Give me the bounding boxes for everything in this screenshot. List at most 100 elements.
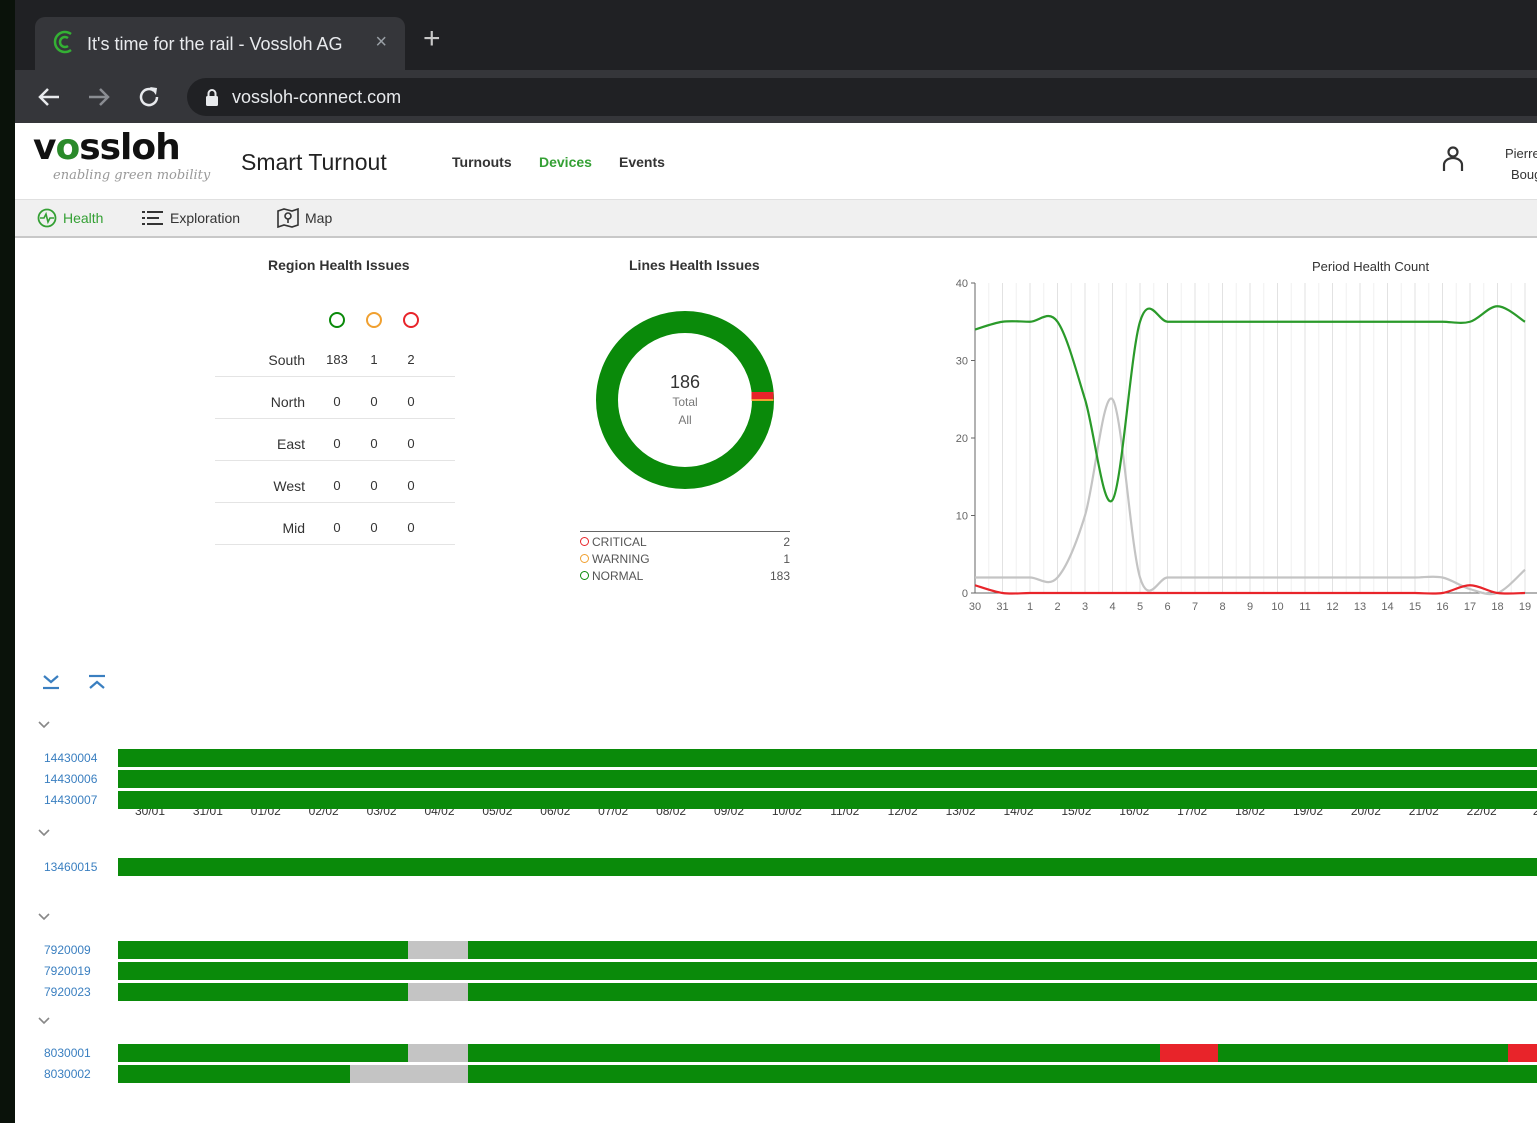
subnav-health[interactable]: Health [37,200,103,236]
group-collapse-chevron-icon[interactable] [37,1016,51,1026]
browser-tab[interactable]: It's time for the rail - Vossloh AG × [35,17,405,70]
health-segment-normal[interactable] [118,770,1537,788]
period-health-chart[interactable]: 01020304030 31 1 2 3 4 5 6 7 8 9 10 11 12 13 14 15 16 17 18… [940,278,1537,618]
x-tick-label: 16 [1436,601,1448,613]
health-segment-normal[interactable] [118,791,1537,809]
new-tab-button[interactable]: + [423,24,441,54]
health-segment-normal[interactable] [1218,1044,1508,1062]
region-warning-count: 0 [370,394,378,409]
x-tick-label: 13 [1354,601,1366,613]
health-segment-missing[interactable] [407,1044,469,1062]
y-tick-label: 10 [956,511,968,523]
tab-close-icon[interactable]: × [375,31,387,54]
url-text: vossloh-connect.com [232,87,402,107]
normal-status-icon [329,312,345,328]
region-row: North 0 0 0 [215,388,455,419]
health-segment-normal[interactable] [468,1044,1161,1062]
x-tick-label: 10 [1271,601,1283,613]
group-collapse-chevron-icon[interactable] [37,912,51,922]
x-tick-label: 2 [1054,601,1060,613]
x-tick-label: 19 [1519,601,1531,613]
region-critical-count: 0 [407,394,415,409]
x-tick-label: 17 [1464,601,1476,613]
health-segment-normal[interactable] [118,941,408,959]
region-normal-count: 0 [333,436,341,451]
region-row: East 0 0 0 [215,430,455,461]
user-name[interactable]: Pierre Boug [1505,143,1537,185]
vossloh-logo[interactable]: vossloh [33,127,181,168]
donut-total-value: 186 [669,372,701,392]
health-segment-critical[interactable] [1160,1044,1219,1062]
health-segment-normal[interactable] [468,941,1537,959]
lines-panel-title: Lines Health Issues [629,257,760,273]
vossloh-favicon-icon [53,30,72,54]
health-pulse-icon [37,208,57,228]
region-warning-count: 0 [370,436,378,451]
group-collapse-chevron-icon[interactable] [37,828,51,838]
collapse-all-icon[interactable] [87,673,107,691]
region-name: Mid [282,520,305,536]
device-id-link[interactable]: 8030001 [44,1046,91,1060]
web-app: vossloh enabling green mobility Smart Tu… [15,123,1537,1123]
expand-all-icon[interactable] [41,673,61,691]
subnav-exploration[interactable]: Exploration [142,200,240,236]
browser-tab-bar: It's time for the rail - Vossloh AG × + [15,0,1537,70]
region-critical-count: 0 [407,520,415,535]
device-id-link[interactable]: 7920009 [44,943,91,957]
health-segment-normal[interactable] [118,749,1537,767]
health-segment-normal[interactable] [118,962,1537,980]
logo-tagline: enabling green mobility [53,168,211,183]
device-id-link[interactable]: 7920019 [44,964,91,978]
browser-address-bar: vossloh-connect.com [15,70,1537,123]
subnav-map[interactable]: Map [277,200,332,236]
logo-letter-v: v [33,127,56,168]
health-segment-missing[interactable] [407,941,469,959]
back-arrow-icon[interactable] [35,83,63,111]
health-segment-normal[interactable] [118,858,1537,876]
reload-icon[interactable] [135,83,163,111]
nav-devices[interactable]: Devices [539,154,592,170]
device-id-link[interactable]: 14430007 [44,793,97,807]
period-chart-title: Period Health Count [1312,259,1430,274]
x-tick-label: 12 [1326,601,1338,613]
device-id-link[interactable]: 14430006 [44,772,97,786]
subnav-exploration-label: Exploration [170,210,241,226]
warning-status-icon [366,312,382,328]
sub-navigation: Health Exploration Map [15,200,1537,238]
x-tick-label: 11 [1299,601,1310,613]
health-segment-normal[interactable] [468,983,1537,1001]
health-segment-missing[interactable] [349,1065,469,1083]
x-tick-label: 30 [969,601,981,613]
y-tick-label: 30 [956,356,968,368]
region-name: East [276,436,305,452]
health-segment-normal[interactable] [118,1065,350,1083]
forward-arrow-icon[interactable] [85,83,113,111]
region-warning-count: 1 [370,352,378,367]
health-segment-missing[interactable] [407,983,469,1001]
health-segment-normal[interactable] [118,1044,408,1062]
user-icon[interactable] [1441,145,1465,173]
normal-ring-icon [580,571,589,580]
region-name: West [273,478,305,494]
x-tick-label: 5 [1137,601,1143,613]
health-segment-critical[interactable] [1507,1044,1537,1062]
device-id-link[interactable]: 8030002 [44,1067,91,1081]
region-critical-count: 0 [407,478,415,493]
region-normal-count: 0 [333,394,341,409]
legend-warning: WARNING 1 [580,551,790,568]
lock-icon [206,89,218,106]
region-name: South [268,352,305,368]
group-collapse-chevron-icon[interactable] [37,720,51,730]
device-id-link[interactable]: 13460015 [44,860,97,874]
x-tick-label: 8 [1219,601,1225,613]
omnibox[interactable]: vossloh-connect.com [187,78,1537,116]
nav-events[interactable]: Events [619,154,665,170]
region-row: Mid 0 0 0 [215,514,455,545]
subnav-map-label: Map [305,210,333,226]
nav-turnouts[interactable]: Turnouts [452,154,512,170]
region-row: South 183 1 2 [215,346,455,377]
device-id-link[interactable]: 7920023 [44,985,91,999]
health-segment-normal[interactable] [468,1065,1537,1083]
device-id-link[interactable]: 14430004 [44,751,97,765]
health-segment-normal[interactable] [118,983,408,1001]
